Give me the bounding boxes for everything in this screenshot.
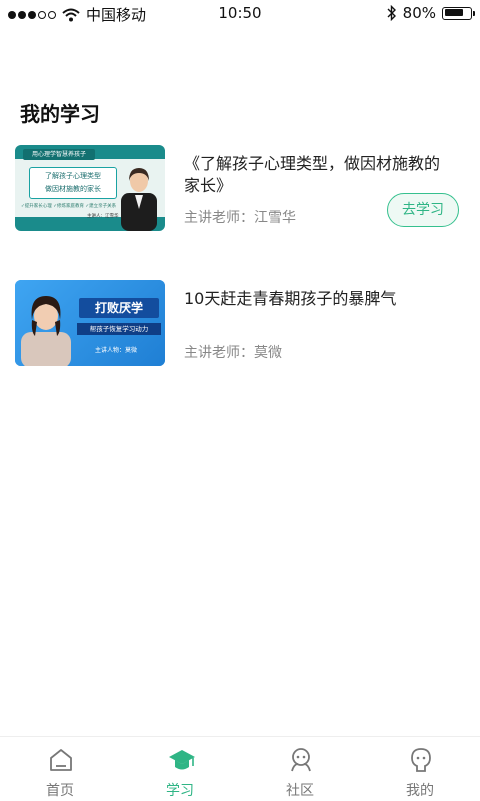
status-right: 80% bbox=[387, 4, 475, 22]
tab-label: 社区 bbox=[286, 783, 314, 799]
bottom-tab-bar: 首页 学习 社区 我的 bbox=[0, 736, 480, 801]
thumb-ticks: ✓提升家长心理 ✓修炼家庭教育 ✓建立亲子关系 bbox=[21, 204, 117, 209]
thumb-line-2: 做因材施教的家长 bbox=[45, 185, 101, 193]
status-bar: 中国移动 10:50 80% bbox=[0, 0, 480, 28]
course-thumbnail[interactable]: 打败厌学 帮孩子恢复学习动力 主讲人物：莫微 bbox=[15, 280, 165, 366]
tab-label: 我的 bbox=[406, 783, 434, 799]
speaker-portrait bbox=[121, 168, 157, 231]
thumb-host: 主讲人物：莫微 bbox=[95, 347, 138, 354]
thumb-speaker: 主讲人：江雪华 bbox=[87, 214, 119, 219]
home-icon bbox=[50, 749, 72, 771]
thumb-title-box: 了解孩子心理类型 做因材施教的家长 bbox=[29, 167, 117, 199]
tab-community[interactable]: 社区 bbox=[240, 737, 360, 801]
course-item[interactable]: 打败厌学 帮孩子恢复学习动力 主讲人物：莫微 10天赶走青春期孩子的暴脾气 主讲… bbox=[15, 280, 465, 366]
host-portrait bbox=[21, 296, 71, 366]
thumb-headline: 打败厌学 bbox=[79, 298, 159, 318]
go-study-button[interactable]: 去学习 bbox=[387, 193, 459, 227]
thumb-subline: 帮孩子恢复学习动力 bbox=[77, 323, 161, 335]
tab-home[interactable]: 首页 bbox=[0, 737, 120, 801]
thumb-line-1: 了解孩子心理类型 bbox=[45, 172, 101, 180]
battery-icon bbox=[442, 6, 475, 20]
bluetooth-icon bbox=[387, 5, 396, 21]
course-title[interactable]: 《了解孩子心理类型，做因材施教的家长》 bbox=[184, 153, 454, 197]
tab-label: 学习 bbox=[166, 783, 194, 799]
thumb-banner: 用心理学智慧养孩子 bbox=[23, 149, 95, 160]
tab-mine[interactable]: 我的 bbox=[360, 737, 480, 801]
community-icon bbox=[291, 748, 311, 772]
course-teacher: 主讲老师：江雪华 bbox=[184, 210, 296, 226]
graduation-cap-icon bbox=[169, 750, 195, 770]
course-teacher: 主讲老师：莫微 bbox=[184, 345, 282, 361]
page-title: 我的学习 bbox=[20, 102, 100, 126]
tab-label: 首页 bbox=[46, 783, 74, 799]
profile-icon bbox=[411, 748, 431, 772]
battery-percent: 80% bbox=[402, 4, 436, 22]
course-thumbnail[interactable]: 用心理学智慧养孩子 了解孩子心理类型 做因材施教的家长 ✓提升家长心理 ✓修炼家… bbox=[15, 145, 165, 231]
course-item[interactable]: 用心理学智慧养孩子 了解孩子心理类型 做因材施教的家长 ✓提升家长心理 ✓修炼家… bbox=[15, 145, 465, 231]
course-title[interactable]: 10天赶走青春期孩子的暴脾气 bbox=[184, 288, 454, 310]
tab-study[interactable]: 学习 bbox=[120, 737, 240, 801]
